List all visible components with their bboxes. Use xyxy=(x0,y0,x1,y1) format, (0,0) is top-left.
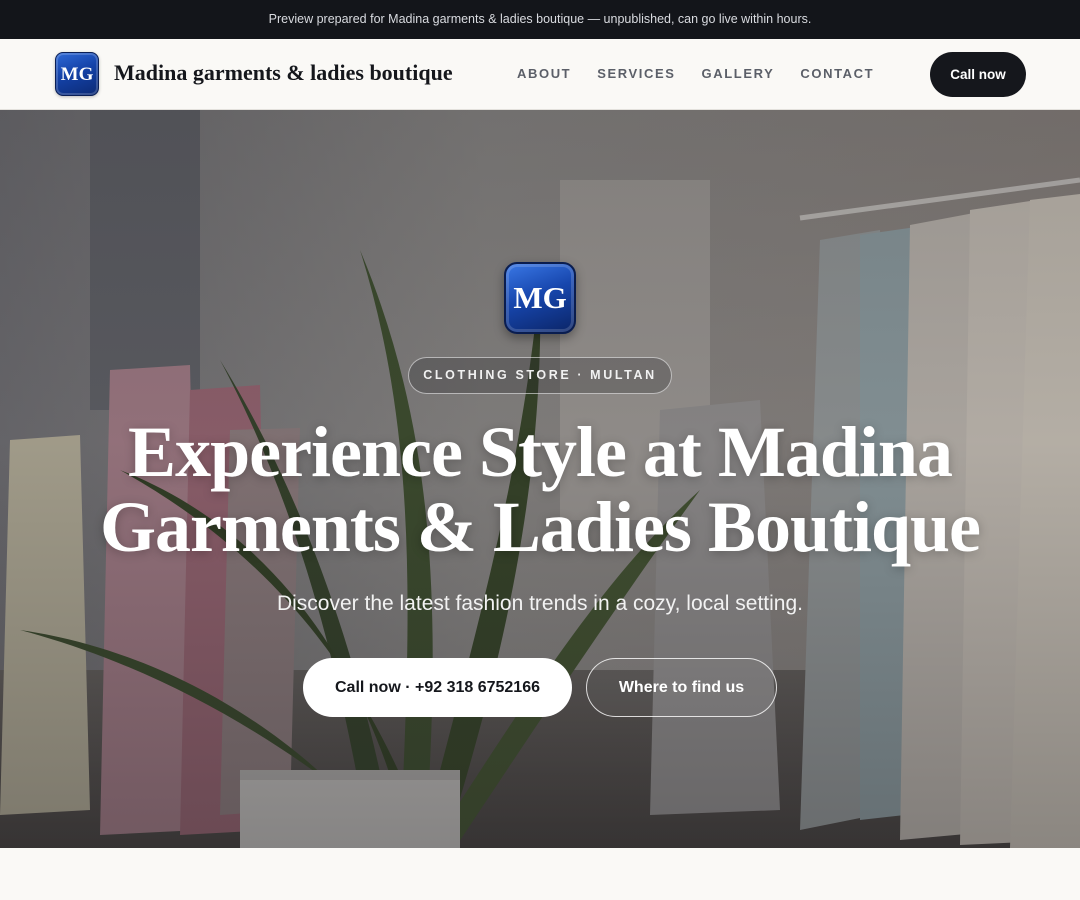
next-section xyxy=(0,848,1080,900)
logo-icon[interactable]: MG xyxy=(55,52,99,96)
hero-category-tag: CLOTHING STORE · MULTAN xyxy=(408,357,672,394)
nav-services[interactable]: SERVICES xyxy=(597,66,675,81)
hero-logo-icon: MG xyxy=(504,262,576,334)
preview-banner-text: Preview prepared for Madina garments & l… xyxy=(268,12,812,26)
hero-section: MG CLOTHING STORE · MULTAN Experience St… xyxy=(0,110,1080,848)
hero-subtitle: Discover the latest fashion trends in a … xyxy=(276,592,804,615)
nav-contact[interactable]: CONTACT xyxy=(800,66,874,81)
hero-location-button[interactable]: Where to find us xyxy=(586,658,777,717)
main-nav: ABOUT SERVICES GALLERY CONTACT xyxy=(517,66,874,81)
hero-call-button[interactable]: Call now · +92 318 6752166 xyxy=(303,658,572,717)
brand-name[interactable]: Madina garments & ladies boutique xyxy=(114,60,453,86)
nav-gallery[interactable]: GALLERY xyxy=(702,66,775,81)
preview-banner: Preview prepared for Madina garments & l… xyxy=(0,0,1080,39)
hero-title: Experience Style at Madina Garments & La… xyxy=(99,412,981,567)
site-header: MG Madina garments & ladies boutique ABO… xyxy=(0,39,1080,110)
nav-about[interactable]: ABOUT xyxy=(517,66,571,81)
header-call-button[interactable]: Call now xyxy=(930,52,1026,97)
